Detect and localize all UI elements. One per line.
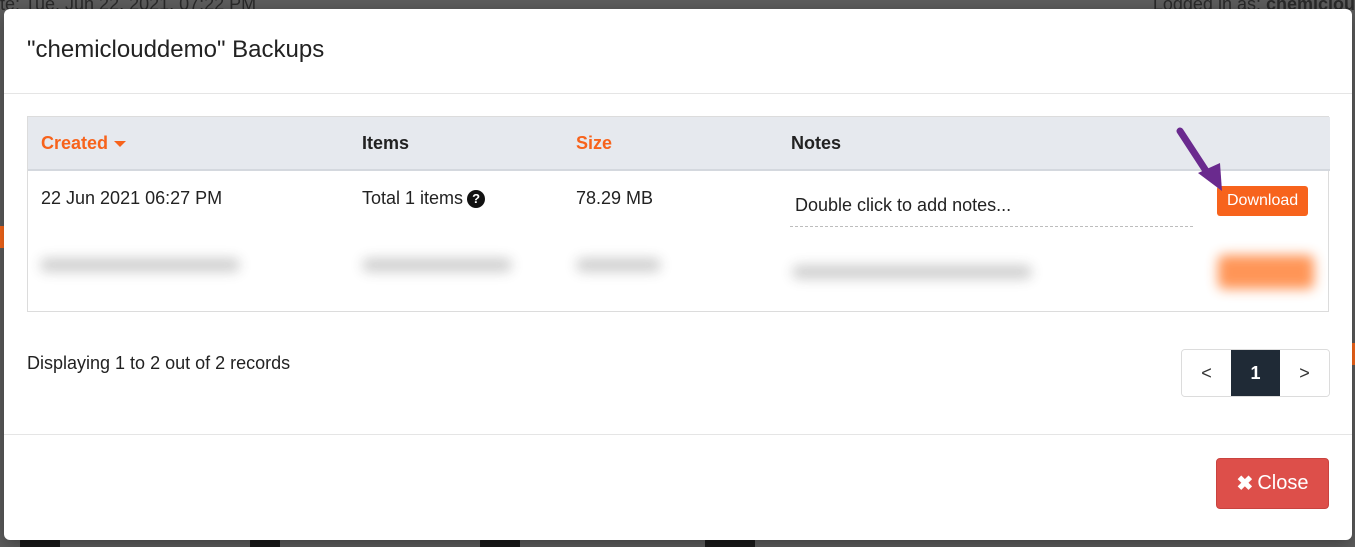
table-header-row: Created Items Size Notes — [28, 117, 1330, 171]
pagination-page-1[interactable]: 1 — [1231, 350, 1280, 396]
help-question-icon[interactable]: ? — [467, 190, 486, 208]
table-row: 22 Jun 2021 06:27 PM Total 1 items? 78.2… — [28, 170, 1330, 238]
cell-items: Total 1 items? — [349, 170, 563, 238]
backups-modal: "chemiclouddemo" Backups Created Items S… — [4, 9, 1352, 540]
column-header-created[interactable]: Created — [28, 117, 349, 171]
cell-created: 22 Jun 2021 06:27 PM — [41, 188, 223, 208]
modal-header: "chemiclouddemo" Backups — [4, 9, 1352, 94]
annotation-arrow-icon — [1176, 127, 1222, 191]
pagination: < 1 > — [1181, 349, 1330, 397]
column-header-items: Items — [349, 117, 563, 171]
pagination-next-button[interactable]: > — [1280, 350, 1329, 396]
column-header-size[interactable]: Size — [563, 117, 778, 171]
close-button[interactable]: ✖ Close — [1216, 458, 1329, 509]
download-button[interactable]: Download — [1217, 186, 1309, 216]
modal-title: "chemiclouddemo" Backups — [27, 36, 325, 63]
column-header-notes: Notes — [778, 117, 1204, 171]
blurred-table-row — [28, 238, 1328, 310]
cell-size: 78.29 MB — [576, 188, 654, 208]
modal-footer: ✖ Close — [4, 434, 1352, 540]
pagination-prev-button[interactable]: < — [1182, 350, 1231, 396]
close-x-icon: ✖ — [1236, 473, 1254, 495]
backups-table: Created Items Size Notes 22 Jun 2021 06:… — [27, 116, 1330, 312]
notes-editable-field[interactable]: Double click to add notes... — [790, 188, 1193, 227]
sort-desc-icon — [114, 140, 127, 147]
close-button-label: Close — [1257, 472, 1309, 494]
cell-notes: Double click to add notes... — [778, 170, 1204, 238]
records-count-text: Displaying 1 to 2 out of 2 records — [27, 353, 291, 373]
